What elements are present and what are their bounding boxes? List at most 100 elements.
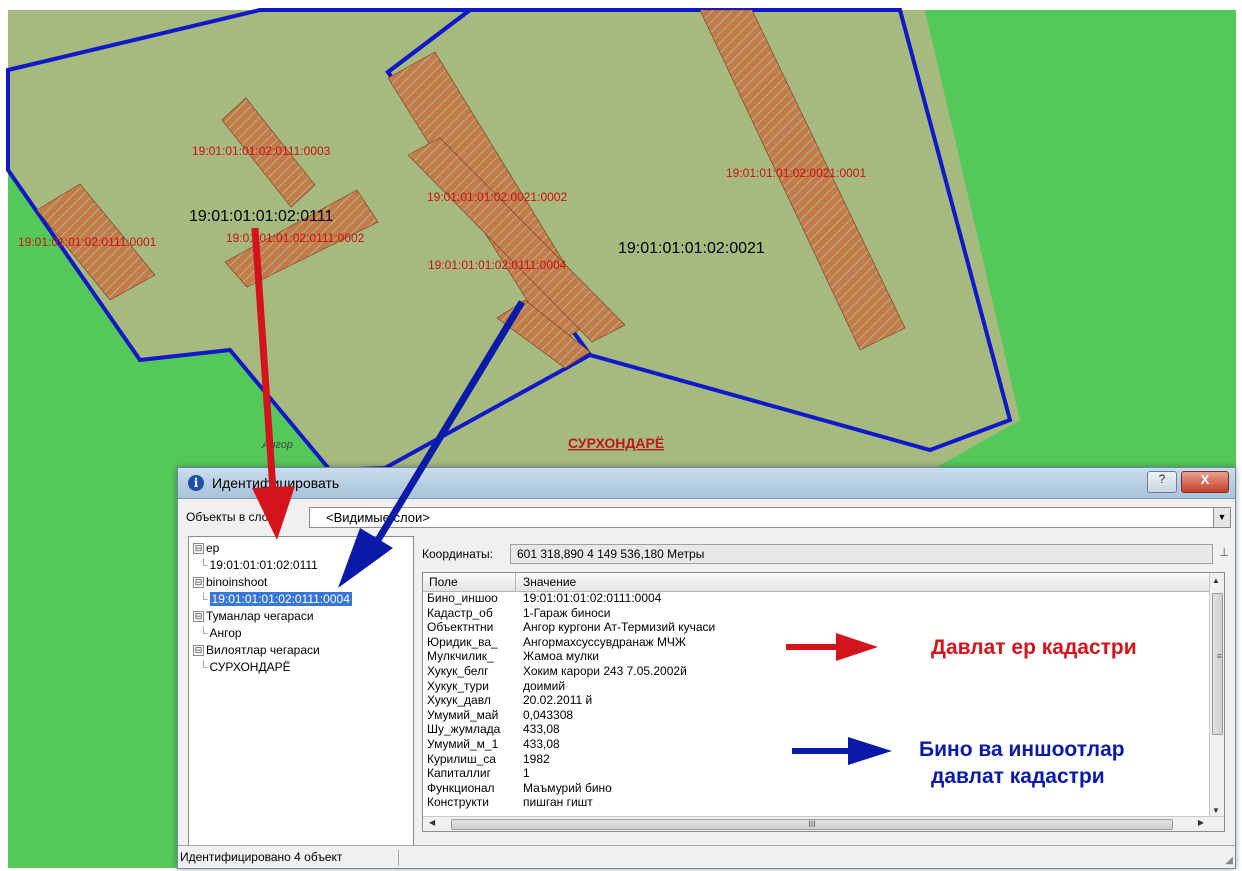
zone-label: 19:01:01:01:02:0111 [189,208,334,225]
tree-node-label: Ангор [209,626,242,640]
field-name-cell: Курилиш_са [427,751,496,766]
scroll-right-icon[interactable]: ▶ [1198,818,1204,827]
legend-building-cadastre-line1: Бино ва иншоотлар [919,738,1125,761]
collapse-icon[interactable]: ⊟ [193,543,204,554]
table-row[interactable]: Конструкти пишган гишт [423,795,1210,810]
tree-node-feature-selected[interactable]: └ 19:01:01:01:02:0111:0004 [199,592,352,608]
collapse-icon[interactable]: ⊟ [193,645,204,656]
layer-dropdown[interactable]: <Видимые слои> ▼ [309,507,1231,528]
scroll-thumb[interactable] [1212,593,1223,735]
parcel-label: 19:01:01:01:02:0021:0001 [726,166,866,180]
table-row[interactable]: Шу_жумлада 433,08 [423,722,1210,737]
layer-dropdown-value: <Видимые слои> [326,510,430,525]
tree-node-label: ер [206,541,220,555]
district-label: Ангор [261,439,293,451]
results-tree: ⊟ ер └ 19:01:01:01:02:0111 ⊟ binoinshoot └ 1… [188,536,414,846]
close-button[interactable]: X [1181,471,1229,493]
parcel-label: 19:01:01:01:02:0111:0001 [18,235,157,249]
table-row[interactable]: Хукук_давл 20.02.2011 й [423,693,1210,708]
resize-grip-icon[interactable]: ◢ [1225,855,1233,866]
tree-node-feature[interactable]: └ 19:01:01:01:02:0111 [199,558,318,574]
field-name-cell: Хукук_тури [427,678,489,693]
field-value-cell: 433,08 [523,722,560,737]
scroll-up-icon[interactable]: ▲ [1212,576,1220,585]
chevron-down-icon[interactable]: ▼ [1213,508,1230,527]
field-name-cell: Мулкчилик_ [427,649,494,664]
attributes-grid: Поле Значение Бино_иншоо 19:01:01:01:02:0… [422,572,1225,832]
tree-node-feature[interactable]: └ Ангор [199,626,242,642]
scroll-down-icon[interactable]: ▼ [1212,806,1220,815]
field-value-cell: 20.02.2011 й [523,693,593,708]
column-header-field[interactable]: Поле [429,575,458,589]
vertical-scrollbar[interactable]: ▲ ≡ ▼ [1209,573,1224,817]
help-button[interactable]: ? [1147,471,1177,493]
field-value-cell: Маъмурий бино [523,780,612,795]
layers-label: Объекты в слое: [186,510,279,524]
field-value-cell: 19:01:01:01:02:0111:0004 [523,591,662,605]
field-value-cell: пишган гишт [523,795,593,810]
table-row[interactable]: Хукук_белг Хоким карори 243 7.05.2002й [423,664,1210,679]
coordinates-row: Координаты: 601 318,890 4 149 536,180 Ме… [422,544,1231,564]
field-name-cell: Умумий_май [427,707,499,722]
field-value-cell: 1 [523,766,530,781]
field-name-cell: Кадастр_об [427,605,493,620]
column-header-value[interactable]: Значение [523,575,576,589]
field-value-cell: Жамоа мулки [523,649,599,664]
table-row[interactable]: Объектнтни Ангор кургони Ат-Термизий куча… [423,620,1210,635]
tree-connector-icon: └ [199,592,208,606]
scroll-thumb[interactable]: III [451,819,1173,830]
identify-window: i Идентифицировать ? X Объекты в слое: <… [177,467,1236,869]
scroll-left-icon[interactable]: ◀ [429,818,435,827]
tree-node-label: binoinshoot [206,575,268,589]
tree-connector-icon: └ [199,660,208,674]
layer-selector-row: Объекты в слое: <Видимые слои> ▼ [178,506,1235,528]
collapse-icon[interactable]: ⊟ [193,577,204,588]
pin-icon[interactable]: ⊥ [1219,546,1229,559]
parcel-label: 19:01:01:01:02:0111:0002 [226,231,365,245]
table-row[interactable]: Бино_иншоо 19:01:01:01:02:0111:0004 [423,591,1210,606]
tree-node-layer[interactable]: ⊟ binoinshoot [193,575,267,591]
tree-node-layer[interactable]: ⊟ ер [193,541,219,557]
field-value-cell: Ангормахсуссувдранаж МЧЖ [523,634,686,649]
field-name-cell: Хукук_давл [427,693,491,708]
tree-node-feature[interactable]: └ СУРХОНДАРЁ [199,660,291,676]
tree-node-label: 19:01:01:01:02:0111 [209,558,318,572]
tree-node-layer[interactable]: ⊟ Туманлар чегараси [193,609,314,625]
parcel-label: 19:01:01:01:02:0111:0004 [428,258,567,272]
parcel-label: 19:01:01:01:02:0111:0003 [192,144,331,158]
tree-node-layer[interactable]: ⊟ Вилоятлар чегараси [193,643,320,659]
status-bar: Идентифицировано 4 объект ◢ [178,845,1235,868]
field-name-cell: Конструкти [427,795,489,810]
field-name-cell: Бино_иншоо [427,591,498,605]
coordinates-field[interactable]: 601 318,890 4 149 536,180 Метры [510,544,1213,564]
field-name-cell: Капиталлиг [427,766,491,781]
coordinates-label: Координаты: [422,547,493,561]
info-icon: i [188,475,204,491]
field-value-cell: 1-Гараж биноси [523,605,611,620]
field-name-cell: Объектнтни [427,620,494,635]
field-name-cell: Умумий_м_1 [427,736,499,751]
window-title: Идентифицировать [212,475,340,491]
field-value-cell: 0,043308 [523,707,574,722]
table-row[interactable]: Хукук_тури доимий [423,679,1210,694]
zone-label: 19:01:01:01:02:0021 [618,240,765,257]
tree-connector-icon: └ [199,558,208,572]
region-label: СУРХОНДАРЁ [568,435,664,451]
tree-node-label: Вилоятлар чегараси [206,643,320,657]
tree-node-label: СУРХОНДАРЁ [209,660,291,674]
table-row[interactable]: Кадастр_об 1-Гараж биноси [423,606,1210,621]
field-name-cell: Хукук_белг [427,663,489,678]
parcel-label: 19:01:01:01:02:0021:0002 [427,190,567,204]
tree-node-label: Туманлар чегараси [206,609,314,623]
collapse-icon[interactable]: ⊟ [193,611,204,622]
field-name-cell: Функционал [427,780,495,795]
grid-header: Поле Значение [423,573,1210,592]
column-divider[interactable] [515,573,516,591]
field-name-cell: Шу_жумлада [427,722,501,737]
field-value-cell: доимий [523,678,566,693]
title-bar[interactable]: i Идентифицировать ? X [178,468,1235,499]
field-value-cell: Хоким карори 243 7.05.2002й [523,663,687,678]
horizontal-scrollbar[interactable]: ◀ III ▶ [423,816,1224,831]
table-row[interactable]: Умумий_май 0,043308 [423,708,1210,723]
legend-building-cadastre-line2: давлат кадастри [931,765,1105,788]
